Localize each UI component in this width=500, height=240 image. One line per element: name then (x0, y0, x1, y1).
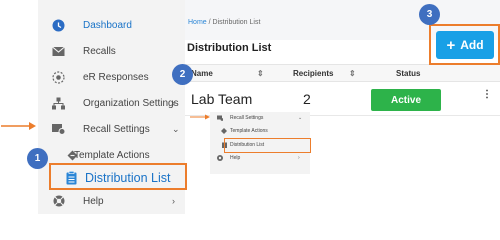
inset-item-recall-settings: Recall Settings ⌄ (210, 112, 310, 123)
inset-item-label: Template Actions (230, 127, 268, 134)
recall-settings-icon (52, 123, 65, 136)
pointer-arrow (1, 122, 36, 130)
sidebar-item-label: Organization Settings (83, 97, 179, 109)
sort-icon[interactable]: ⇕ (349, 69, 356, 78)
breadcrumb-current: Distribution List (212, 19, 261, 26)
breadcrumb-separator: / (208, 19, 211, 26)
sidebar-item-label: Recall Settings (83, 123, 150, 135)
help-icon (52, 195, 65, 208)
row-name[interactable]: Lab Team (191, 91, 252, 107)
sidebar-item-dashboard[interactable]: Dashboard (38, 12, 185, 38)
inset-item-label: Help (230, 154, 241, 161)
distribution-list-highlight (49, 163, 187, 190)
chevron-down-icon: ⌄ (172, 123, 180, 134)
row-recipients: 2 (303, 91, 311, 107)
column-header-status[interactable]: Status (396, 69, 420, 78)
org-icon (52, 97, 65, 110)
page-title: Distribution List (187, 42, 272, 54)
sidebar-item-label: Recalls (83, 45, 116, 57)
help-icon (217, 154, 223, 161)
dashboard-icon (52, 19, 65, 32)
sidebar-item-recalls[interactable]: Recalls (38, 38, 185, 64)
responses-icon (52, 70, 65, 84)
table-header: Name ⇕ Recipients ⇕ Status (185, 64, 500, 82)
step-marker-2: 2 (172, 64, 193, 85)
sidebar-item-er-responses[interactable]: eR Responses (38, 64, 185, 90)
breadcrumb: Home / Distribution List (188, 19, 260, 26)
add-button-highlight (429, 24, 500, 65)
inset-item-template-actions: Template Actions (210, 125, 310, 136)
status-badge: Active (371, 89, 441, 111)
column-header-name[interactable]: Name (191, 69, 213, 78)
sidebar-item-recall-settings[interactable]: Recall Settings ⌄ (38, 116, 185, 142)
sidebar-item-help[interactable]: Help › (38, 188, 185, 214)
sidebar-item-label: Help (83, 195, 104, 207)
inset-item-help: Help › (210, 152, 310, 163)
chevron-down-icon: ⌄ (298, 114, 303, 121)
mail-icon (52, 45, 65, 58)
sidebar-item-label: eR Responses (83, 71, 149, 83)
row-menu-icon[interactable]: ⋮ (482, 89, 492, 100)
step-marker-3: 3 (419, 4, 440, 25)
sort-icon[interactable]: ⇕ (257, 69, 264, 78)
inset-pointer-arrow (190, 114, 210, 120)
chevron-right-icon: › (172, 196, 175, 206)
sidebar-item-organization-settings[interactable]: Organization Settings › (38, 90, 185, 116)
sidebar-item-label: Dashboard (83, 19, 132, 31)
step-marker-1: 1 (27, 148, 48, 169)
chevron-right-icon: › (298, 154, 300, 161)
column-header-recipients[interactable]: Recipients (293, 69, 333, 78)
inset-highlight (224, 138, 311, 153)
inset-item-label: Recall Settings (230, 114, 264, 121)
recall-settings-icon (217, 115, 223, 121)
breadcrumb-home-link[interactable]: Home (188, 19, 207, 26)
template-icon (221, 127, 227, 134)
sidebar-item-label: Template Actions (74, 149, 150, 161)
chevron-right-icon: › (172, 98, 175, 108)
